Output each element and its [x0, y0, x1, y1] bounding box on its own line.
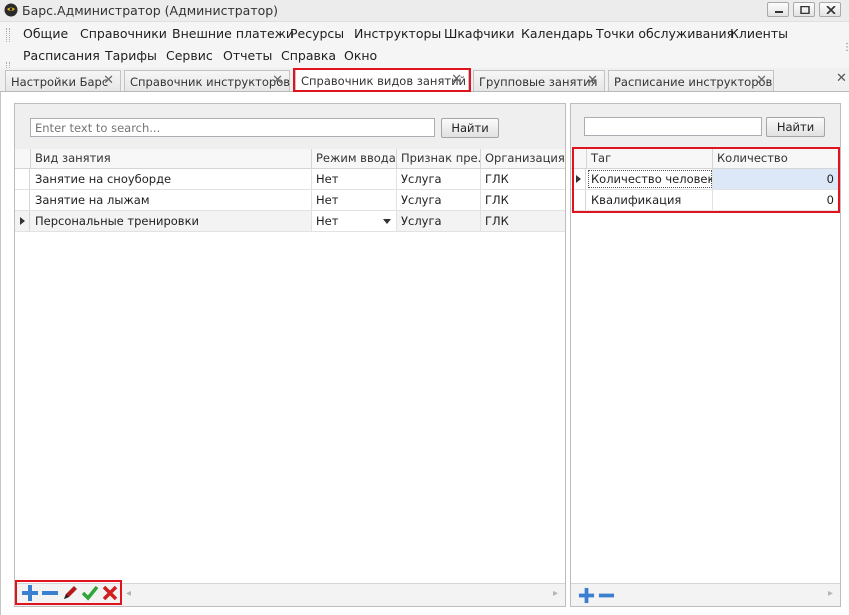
- tab-label: Групповые занятия: [479, 75, 598, 89]
- add-icon[interactable]: [21, 584, 39, 602]
- menu-window[interactable]: Окно: [344, 48, 377, 63]
- menu-help[interactable]: Справка: [281, 48, 336, 63]
- active-tab-highlight: [293, 68, 471, 92]
- col-input-mode[interactable]: Режим ввода...: [312, 149, 397, 169]
- row-indicator: [15, 211, 30, 231]
- dropdown-value: Нет: [316, 214, 339, 228]
- scroll-right-icon[interactable]: ▸: [553, 588, 558, 599]
- cell-input-mode-dropdown[interactable]: Нет: [312, 211, 397, 231]
- menu-grip-handle[interactable]: [6, 28, 10, 42]
- left-edit-toolbar: [21, 584, 121, 602]
- maximize-button[interactable]: [793, 2, 815, 17]
- right-search-input[interactable]: [584, 117, 762, 136]
- cell-input-mode[interactable]: Нет: [312, 169, 397, 189]
- menu-service[interactable]: Сервис: [166, 48, 213, 63]
- tab-close-icon[interactable]: ✕: [272, 73, 283, 88]
- right-find-button[interactable]: Найти: [766, 117, 825, 137]
- maximize-icon: [800, 6, 810, 14]
- window-title: Барс.Администратор (Администратор): [22, 3, 279, 18]
- left-grid-header: Вид занятия Режим ввода... Признак пре..…: [15, 149, 565, 169]
- cell-sign[interactable]: Услуга: [397, 211, 481, 231]
- menu-resources[interactable]: Ресурсы: [290, 26, 344, 41]
- menu-service-points[interactable]: Точки обслуживания: [596, 26, 734, 41]
- title-bar[interactable]: Барс.Администратор (Администратор): [0, 0, 849, 22]
- menu-instructors[interactable]: Инструкторы: [354, 26, 441, 41]
- minimize-button[interactable]: [767, 2, 789, 17]
- row-indicator: [15, 190, 30, 210]
- menu-clients[interactable]: Клиенты: [730, 26, 788, 41]
- activity-types-panel: Найти Вид занятия Режим ввода... Признак…: [14, 103, 566, 607]
- delete-x-icon[interactable]: [101, 584, 119, 602]
- table-row[interactable]: Занятие на лыжам Нет Услуга ГЛК: [15, 190, 565, 211]
- tab-label: Настройки Барс: [11, 75, 109, 89]
- row-indicator-header: [15, 149, 31, 169]
- menu-bar: Общие Справочники Внешние платежи Ресурс…: [0, 22, 849, 74]
- current-row-arrow-icon: [20, 217, 25, 225]
- menu-tariffs[interactable]: Тарифы: [105, 48, 157, 63]
- tags-grid-highlight: [572, 147, 840, 213]
- col-sign[interactable]: Признак пре...: [397, 149, 481, 169]
- edit-pencil-icon[interactable]: [61, 584, 79, 602]
- close-icon: [826, 6, 836, 14]
- tab-group-classes[interactable]: Групповые занятия ✕: [473, 70, 605, 91]
- confirm-check-icon[interactable]: [81, 584, 99, 602]
- menu-overflow-icon[interactable]: ⋮: [842, 42, 849, 53]
- col-activity-type[interactable]: Вид занятия: [31, 149, 312, 169]
- tab-instructor-schedule[interactable]: Расписание инструкторов ✕: [608, 70, 774, 91]
- minimize-icon: [775, 11, 783, 13]
- app-logo-icon: [4, 3, 18, 17]
- left-find-button[interactable]: Найти: [441, 118, 499, 138]
- add-tag-icon[interactable]: [578, 587, 595, 604]
- right-grid-footer: ▸: [571, 583, 840, 606]
- col-organization[interactable]: Организация: [481, 149, 565, 169]
- menu-reports[interactable]: Отчеты: [223, 48, 272, 63]
- menu-lockers[interactable]: Шкафчики: [444, 26, 514, 41]
- cell-activity[interactable]: Занятие на лыжам: [31, 190, 312, 210]
- menu-schedules[interactable]: Расписания: [23, 48, 100, 63]
- tab-label: Справочник инструкторов: [130, 75, 291, 89]
- tab-barsettings[interactable]: Настройки Барс ✕: [5, 70, 121, 91]
- scroll-left-icon[interactable]: ◂: [126, 588, 131, 599]
- cell-sign[interactable]: Услуга: [397, 190, 481, 210]
- cell-activity[interactable]: Занятие на сноуборде: [31, 169, 312, 189]
- scroll-right-icon[interactable]: ▸: [828, 588, 833, 599]
- table-row[interactable]: Занятие на сноуборде Нет Услуга ГЛК: [15, 169, 565, 190]
- dropdown-arrow-icon[interactable]: [383, 219, 391, 224]
- cell-organization[interactable]: ГЛК: [481, 169, 565, 189]
- row-indicator: [15, 169, 30, 189]
- cell-sign[interactable]: Услуга: [397, 169, 481, 189]
- cell-activity[interactable]: Персональные тренировки: [31, 211, 312, 231]
- cell-organization[interactable]: ГЛК: [481, 190, 565, 210]
- remove-icon[interactable]: [41, 584, 59, 602]
- tab-close-icon[interactable]: ✕: [756, 73, 767, 88]
- close-all-tabs-icon[interactable]: ✕: [836, 71, 847, 86]
- menu-general[interactable]: Общие: [23, 26, 68, 41]
- close-window-button[interactable]: [819, 2, 841, 17]
- tab-close-icon[interactable]: ✕: [587, 73, 598, 88]
- table-row-current[interactable]: Персональные тренировки Нет Услуга ГЛК: [15, 211, 565, 232]
- tab-close-icon[interactable]: ✕: [103, 73, 114, 88]
- tab-instructors-directory[interactable]: Справочник инструкторов ✕: [124, 70, 290, 91]
- cell-input-mode[interactable]: Нет: [312, 190, 397, 210]
- remove-tag-icon[interactable]: [598, 587, 615, 604]
- menu-references[interactable]: Справочники: [80, 26, 167, 41]
- tab-label: Расписание инструкторов: [614, 75, 773, 89]
- menu-external-payments[interactable]: Внешние платежи: [172, 26, 294, 41]
- cell-organization[interactable]: ГЛК: [481, 211, 565, 231]
- left-search-input[interactable]: [30, 118, 435, 137]
- menu-calendar[interactable]: Календарь: [521, 26, 593, 41]
